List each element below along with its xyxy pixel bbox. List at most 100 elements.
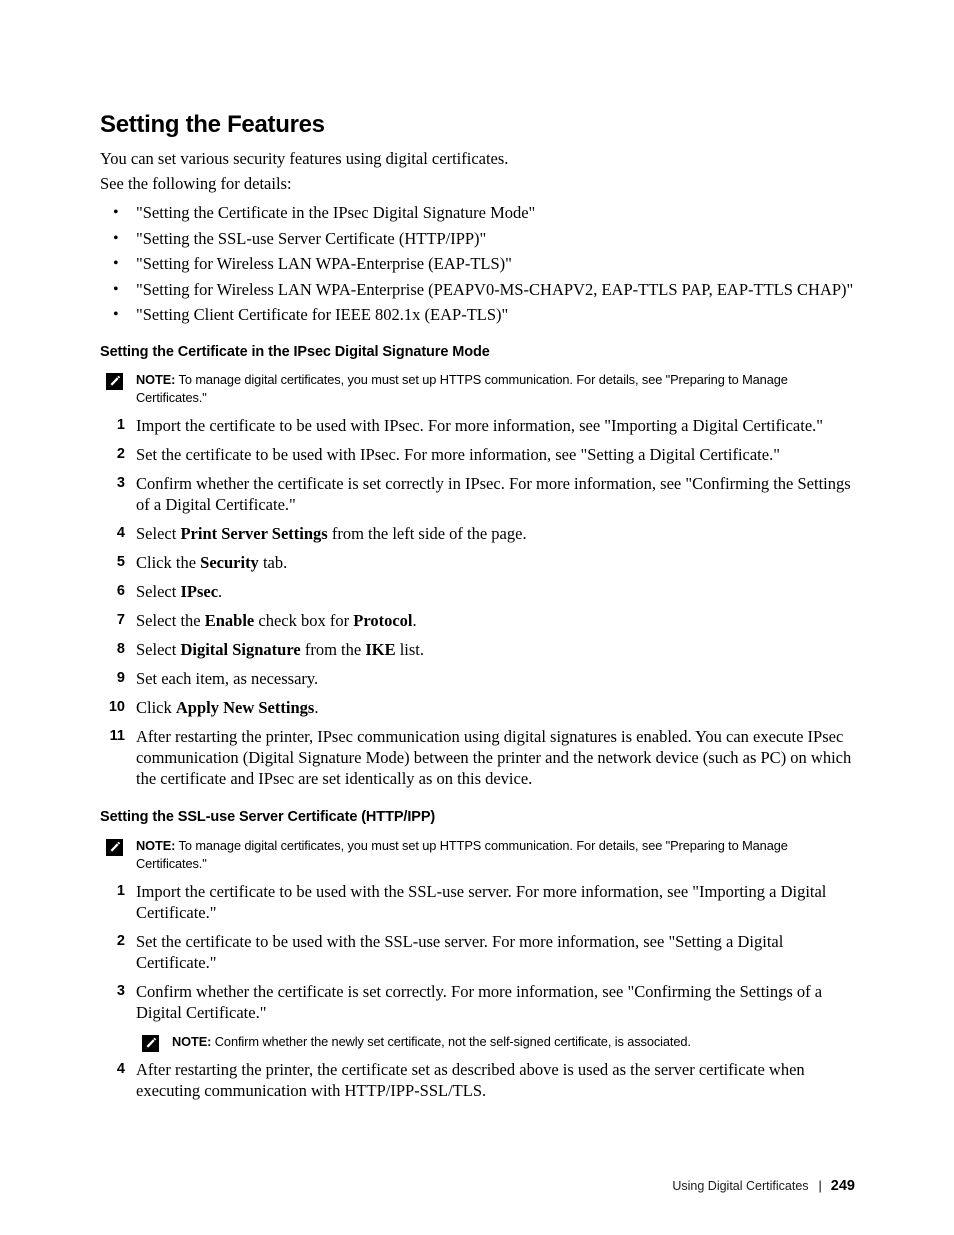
step-text-pre: Select the bbox=[136, 611, 205, 631]
list-item: • "Setting the SSL-use Server Certificat… bbox=[100, 226, 855, 252]
step-text-pre: Select bbox=[136, 582, 181, 602]
footer-page-number: 249 bbox=[830, 1178, 855, 1194]
step-number: 7 bbox=[116, 612, 125, 629]
step-item: 11 After restarting the printer, IPsec c… bbox=[100, 726, 855, 789]
step-item: 4 Select Print Server Settings from the … bbox=[100, 523, 855, 544]
step-item: 3 Confirm whether the certificate is set… bbox=[100, 981, 855, 1023]
bullet-icon: • bbox=[113, 280, 119, 298]
step-emphasis: IPsec bbox=[180, 582, 219, 602]
step-text-pre: Click bbox=[136, 698, 176, 718]
bullet-text: "Setting the SSL-use Server Certificate … bbox=[136, 228, 487, 248]
reference-bullet-list: • "Setting the Certificate in the IPsec … bbox=[100, 200, 855, 328]
step-text: Select Digital Signature from the IKE li… bbox=[136, 640, 424, 659]
list-item: • "Setting Client Certificate for IEEE 8… bbox=[100, 302, 855, 328]
step-number: 2 bbox=[116, 932, 125, 949]
step-text: Set the certificate to be used with the … bbox=[136, 931, 784, 972]
step-item: 1 Import the certificate to be used with… bbox=[100, 881, 855, 923]
steps-list-ipsec: 1 Import the certificate to be used with… bbox=[100, 415, 855, 789]
footer-separator: | bbox=[818, 1179, 822, 1193]
pencil-note-icon bbox=[106, 373, 123, 391]
step-item: 9 Set each item, as necessary. bbox=[100, 668, 855, 689]
step-emphasis: Enable bbox=[204, 611, 255, 631]
step-emphasis: Print Server Settings bbox=[180, 524, 328, 544]
step-text: After restarting the printer, the certif… bbox=[136, 1059, 805, 1100]
step-text-pre: Select bbox=[136, 524, 181, 544]
step-text: Confirm whether the certificate is set c… bbox=[136, 474, 851, 515]
step-item: 8 Select Digital Signature from the IKE … bbox=[100, 639, 855, 660]
steps-list-ssl: 1 Import the certificate to be used with… bbox=[100, 881, 855, 1023]
step-text-post: . bbox=[314, 698, 319, 718]
step-text: Set each item, as necessary. bbox=[136, 669, 319, 689]
section-heading-ssl: Setting the SSL-use Server Certificate (… bbox=[100, 809, 436, 826]
step-number: 11 bbox=[109, 728, 125, 745]
footer-chapter-title: Using Digital Certificates bbox=[672, 1179, 809, 1193]
bullet-icon: • bbox=[113, 306, 119, 324]
page-title: Setting the Features bbox=[100, 111, 325, 138]
step-number: 4 bbox=[116, 525, 125, 542]
note-label: NOTE: bbox=[136, 837, 176, 853]
note-box-inline: NOTE: Confirm whether the newly set cert… bbox=[136, 1033, 855, 1052]
note-text: NOTE: To manage digital certificates, yo… bbox=[136, 838, 788, 871]
section-heading-ipsec: Setting the Certificate in the IPsec Dig… bbox=[100, 343, 490, 360]
step-text: Import the certificate to be used with t… bbox=[136, 881, 827, 922]
step-emphasis: Digital Signature bbox=[180, 640, 301, 660]
step-number: 2 bbox=[116, 446, 125, 463]
note-text: NOTE: Confirm whether the newly set cert… bbox=[172, 1034, 691, 1049]
step-text-post: list. bbox=[395, 640, 425, 660]
note-message: Confirm whether the newly set certificat… bbox=[214, 1033, 691, 1049]
note-text: NOTE: To manage digital certificates, yo… bbox=[136, 372, 788, 405]
step-number: 3 bbox=[116, 475, 125, 492]
step-item: 5 Click the Security tab. bbox=[100, 552, 855, 573]
note-label: NOTE: bbox=[172, 1033, 212, 1049]
step-emphasis-2: IKE bbox=[365, 640, 396, 660]
bullet-text: "Setting Client Certificate for IEEE 802… bbox=[136, 305, 509, 325]
step-text: After restarting the printer, IPsec comm… bbox=[136, 727, 852, 789]
bullet-icon: • bbox=[113, 229, 119, 247]
step-text: Click Apply New Settings. bbox=[136, 698, 318, 717]
note-box: NOTE: To manage digital certificates, yo… bbox=[100, 371, 855, 407]
step-item: 1 Import the certificate to be used with… bbox=[100, 415, 855, 436]
step-text: Import the certificate to be used with I… bbox=[136, 416, 824, 436]
page-content: Setting the Features You can set various… bbox=[100, 0, 855, 1235]
step-number: 10 bbox=[108, 699, 125, 716]
step-text-mid: check box for bbox=[254, 611, 354, 631]
steps-list-ssl-final: 4 After restarting the printer, the cert… bbox=[100, 1059, 855, 1101]
step-item: 7 Select the Enable check box for Protoc… bbox=[100, 610, 855, 631]
note-message: To manage digital certificates, you must… bbox=[136, 372, 788, 406]
intro-line-1: You can set various security features us… bbox=[100, 149, 509, 169]
step-item: 2 Set the certificate to be used with IP… bbox=[100, 444, 855, 465]
note-box: NOTE: To manage digital certificates, yo… bbox=[100, 837, 855, 873]
step-number: 4 bbox=[116, 1060, 125, 1077]
step-text: Set the certificate to be used with IPse… bbox=[136, 445, 780, 465]
step-number: 1 bbox=[116, 882, 125, 899]
step-emphasis: Apply New Settings bbox=[175, 698, 315, 718]
pencil-note-icon bbox=[142, 1034, 159, 1052]
list-item: • "Setting the Certificate in the IPsec … bbox=[100, 200, 855, 226]
step-text: Select IPsec. bbox=[136, 582, 222, 601]
step-emphasis: Security bbox=[200, 553, 259, 573]
step-text-post: . bbox=[412, 611, 417, 631]
bullet-text: "Setting the Certificate in the IPsec Di… bbox=[136, 203, 536, 223]
step-item: 10 Click Apply New Settings. bbox=[100, 697, 855, 718]
step-text: Select Print Server Settings from the le… bbox=[136, 524, 527, 543]
step-text-pre: Select bbox=[136, 640, 181, 660]
step-text: Confirm whether the certificate is set c… bbox=[136, 981, 823, 1022]
bullet-icon: • bbox=[113, 255, 119, 273]
list-item: • "Setting for Wireless LAN WPA-Enterpri… bbox=[100, 251, 855, 277]
intro-line-2: See the following for details: bbox=[100, 174, 292, 194]
pencil-note-icon bbox=[106, 838, 123, 856]
step-item: 2 Set the certificate to be used with th… bbox=[100, 931, 855, 973]
step-text-mid: from the bbox=[300, 640, 366, 660]
page-footer: Using Digital Certificates | 249 bbox=[100, 1178, 855, 1194]
bullet-icon: • bbox=[113, 204, 119, 222]
step-text: Click the Security tab. bbox=[136, 553, 287, 572]
step-text-pre: Click the bbox=[136, 553, 201, 573]
step-number: 3 bbox=[116, 982, 125, 999]
step-emphasis-2: Protocol bbox=[353, 611, 413, 631]
list-item: • "Setting for Wireless LAN WPA-Enterpri… bbox=[100, 277, 855, 303]
note-label: NOTE: bbox=[136, 372, 176, 388]
step-number: 8 bbox=[116, 641, 125, 658]
step-text-post: tab. bbox=[258, 553, 288, 573]
